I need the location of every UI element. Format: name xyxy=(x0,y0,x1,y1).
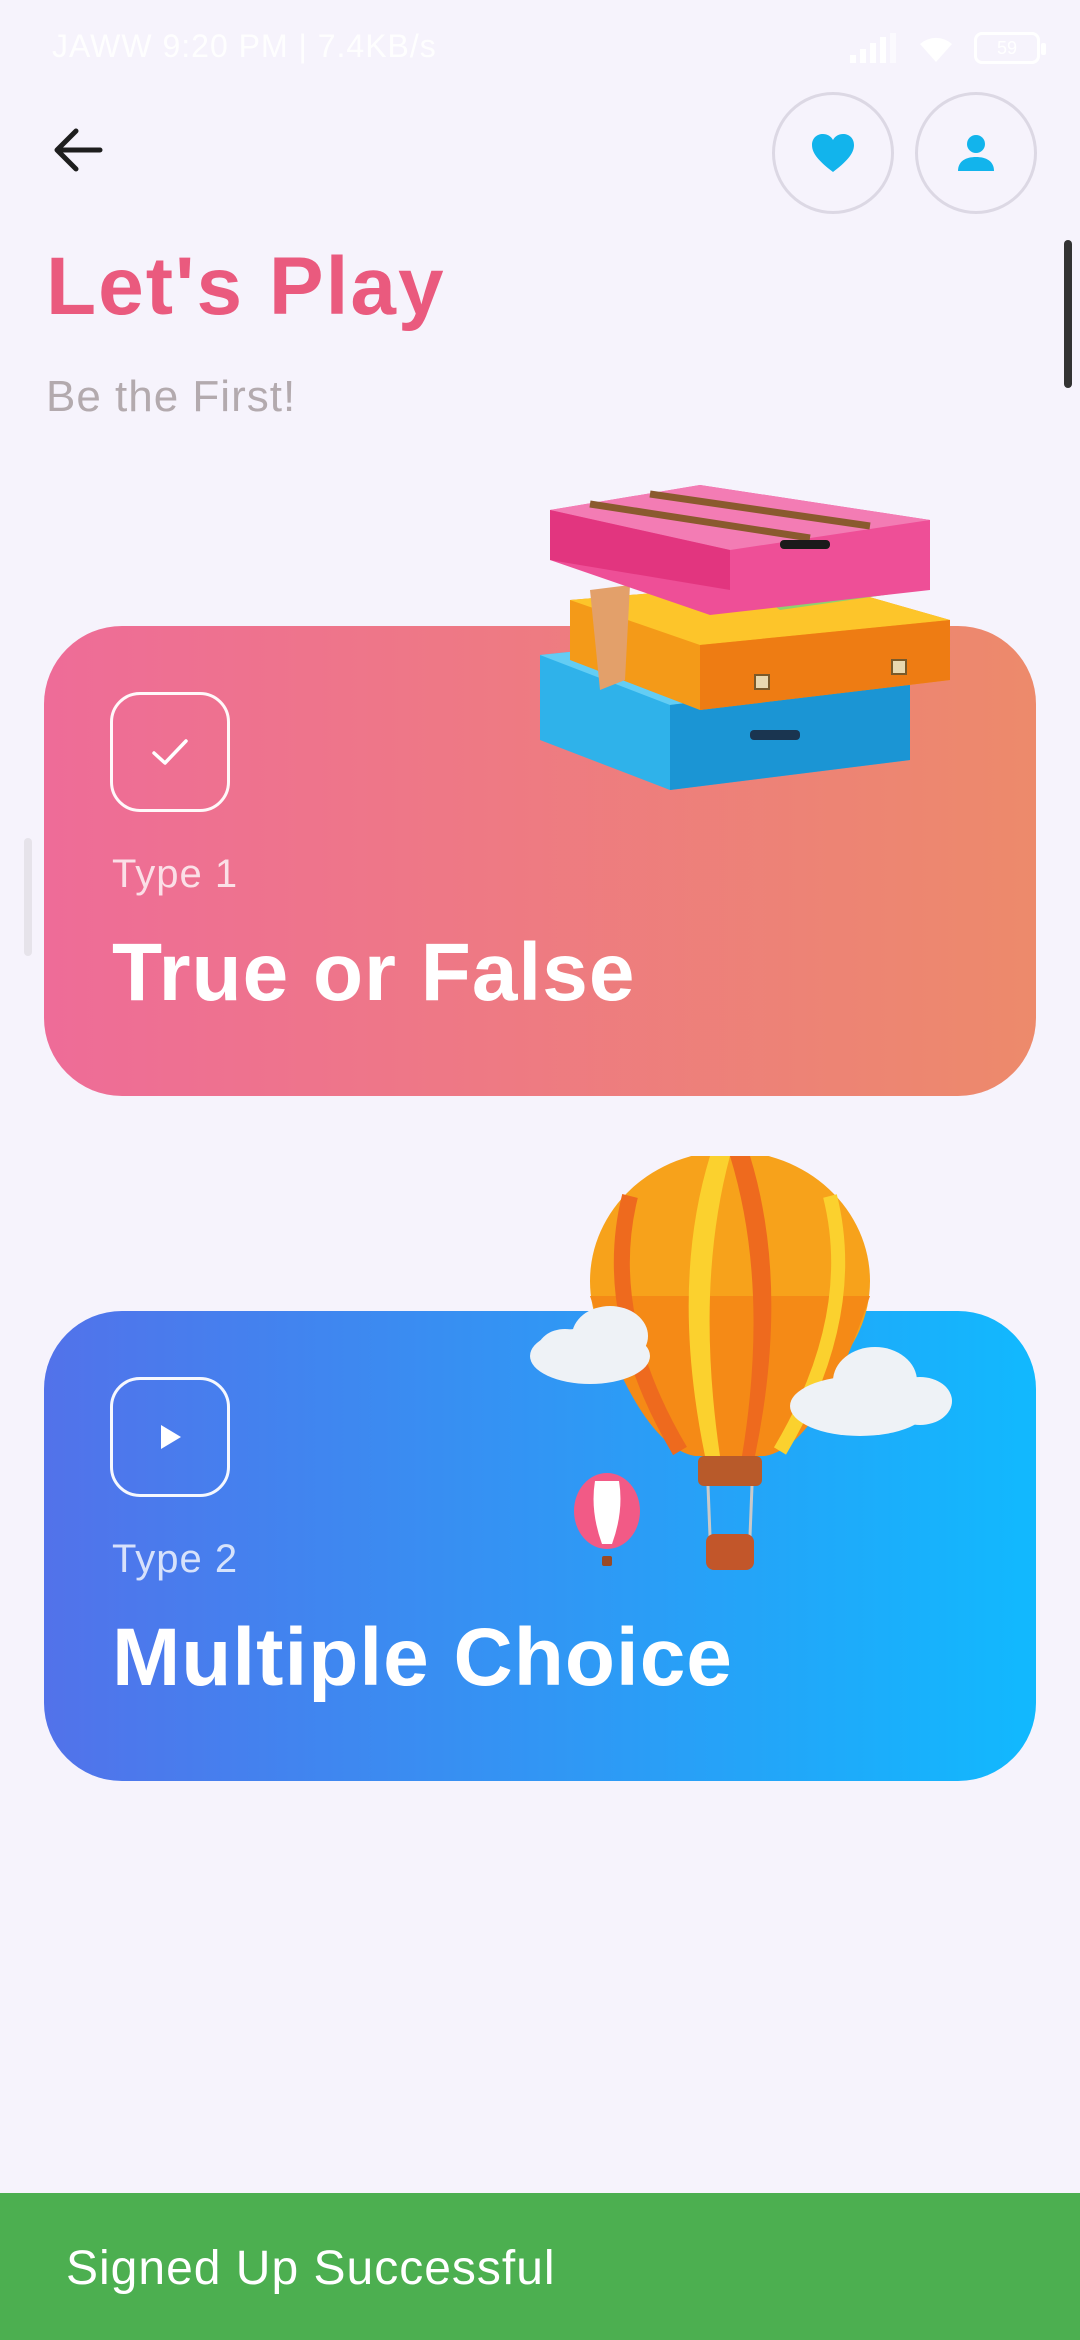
page-subtitle: Be the First! xyxy=(46,372,297,421)
heart-icon xyxy=(812,134,854,172)
page-title: Let's Play xyxy=(46,241,446,332)
scrollbar-thumb[interactable] xyxy=(1064,240,1072,388)
card-title: Multiple Choice xyxy=(112,1612,733,1703)
check-icon xyxy=(152,739,188,765)
status-icons: 59 xyxy=(848,30,1046,66)
wifi-icon xyxy=(920,37,952,62)
profile-button[interactable] xyxy=(915,92,1037,214)
card-icon-box xyxy=(110,692,230,812)
favorites-button[interactable] xyxy=(772,92,894,214)
snackbar: Signed Up Successful xyxy=(0,2193,1080,2340)
snackbar-message: Signed Up Successful xyxy=(66,2242,556,2295)
card-type-label: Type 1 xyxy=(112,852,239,896)
card-title: True or False xyxy=(112,927,636,1018)
card-icon-box xyxy=(110,1377,230,1497)
back-button[interactable] xyxy=(40,112,116,188)
card-type-label: Type 2 xyxy=(112,1537,239,1581)
signal-icon xyxy=(850,33,896,63)
suitcases-illustration xyxy=(540,485,950,790)
edge-handle xyxy=(24,838,32,956)
play-icon xyxy=(161,1425,181,1449)
battery-icon: 59 xyxy=(974,32,1046,64)
status-text: JAWW 9:20 PM | 7.4KB/s xyxy=(52,28,437,64)
arrow-left-icon xyxy=(54,128,103,172)
person-icon xyxy=(958,135,994,171)
hot-air-balloon-illustration xyxy=(530,1156,952,1570)
status-bar: JAWW 9:20 PM | 7.4KB/s 59 xyxy=(0,0,1080,96)
